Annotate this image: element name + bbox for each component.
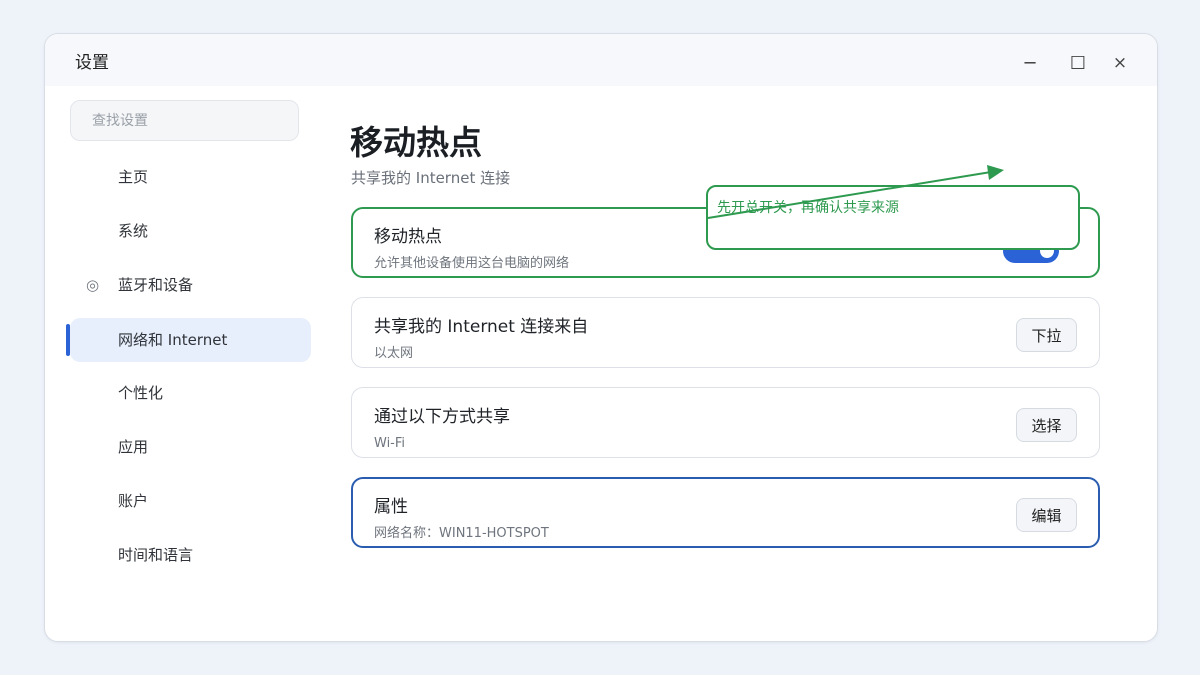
sidebar-item-accounts[interactable]: 账户 [70, 479, 311, 523]
card-title: 通过以下方式共享 [374, 407, 510, 427]
sidebar-item-label: 网络和 Internet [118, 331, 228, 349]
share-source-card: 共享我的 Internet 连接来自 以太网 下拉 [351, 297, 1100, 368]
sidebar-item-label: 应用 [118, 438, 149, 456]
card-description: 网络名称：WIN11-HOTSPOT [374, 526, 549, 541]
settings-window: 设置 ─ ☐ × 主页 系统 ◎ 蓝牙和设备 网络和 Internet 个性化 … [44, 33, 1158, 642]
card-title: 共享我的 Internet 连接来自 [374, 317, 589, 337]
sidebar-item-label: 时间和语言 [118, 546, 194, 564]
select-button[interactable]: 选择 [1016, 408, 1077, 442]
window-title: 设置 [75, 53, 109, 73]
dropdown-button[interactable]: 下拉 [1016, 318, 1077, 352]
sidebar-item-bluetooth[interactable]: ◎ 蓝牙和设备 [70, 263, 311, 307]
active-indicator [66, 324, 70, 356]
card-description: 以太网 [374, 346, 414, 361]
sidebar-item-label: 主页 [118, 168, 149, 186]
arrow-head [987, 165, 1004, 180]
sidebar-item-label: 系统 [118, 222, 149, 240]
minimize-button[interactable]: ─ [1015, 48, 1045, 78]
sidebar-item-time-language[interactable]: 时间和语言 [70, 533, 311, 577]
sidebar-item-personalization[interactable]: 个性化 [70, 371, 311, 415]
sidebar-item-label: 蓝牙和设备 [118, 276, 194, 294]
title-bar: 设置 ─ ☐ × [45, 34, 1157, 86]
sidebar-item-network[interactable]: 网络和 Internet [66, 318, 311, 362]
sidebar-item-label: 个性化 [118, 384, 164, 402]
properties-card: 属性 网络名称：WIN11-HOTSPOT 编辑 [351, 477, 1100, 548]
sidebar-item-home[interactable]: 主页 [70, 155, 311, 199]
annotation-text: 先开总开关，再确认共享来源 [717, 200, 899, 216]
card-title: 属性 [374, 497, 408, 517]
annotation-callout: 先开总开关，再确认共享来源 [706, 185, 1080, 250]
page-subtitle: 共享我的 Internet 连接 [351, 169, 511, 187]
bluetooth-icon: ◎ [86, 276, 100, 294]
close-button[interactable]: × [1105, 48, 1135, 78]
sidebar-item-system[interactable]: 系统 [70, 209, 311, 253]
search-input[interactable] [70, 100, 299, 141]
card-title: 移动热点 [374, 227, 442, 247]
card-description: 允许其他设备使用这台电脑的网络 [374, 256, 570, 271]
card-description: Wi-Fi [374, 436, 406, 451]
page-title: 移动热点 [350, 123, 482, 162]
sidebar-item-label: 账户 [118, 492, 149, 510]
sidebar-item-apps[interactable]: 应用 [70, 425, 311, 469]
edit-button[interactable]: 编辑 [1016, 498, 1077, 532]
maximize-button[interactable]: ☐ [1063, 48, 1093, 78]
share-method-card: 通过以下方式共享 Wi-Fi 选择 [351, 387, 1100, 458]
